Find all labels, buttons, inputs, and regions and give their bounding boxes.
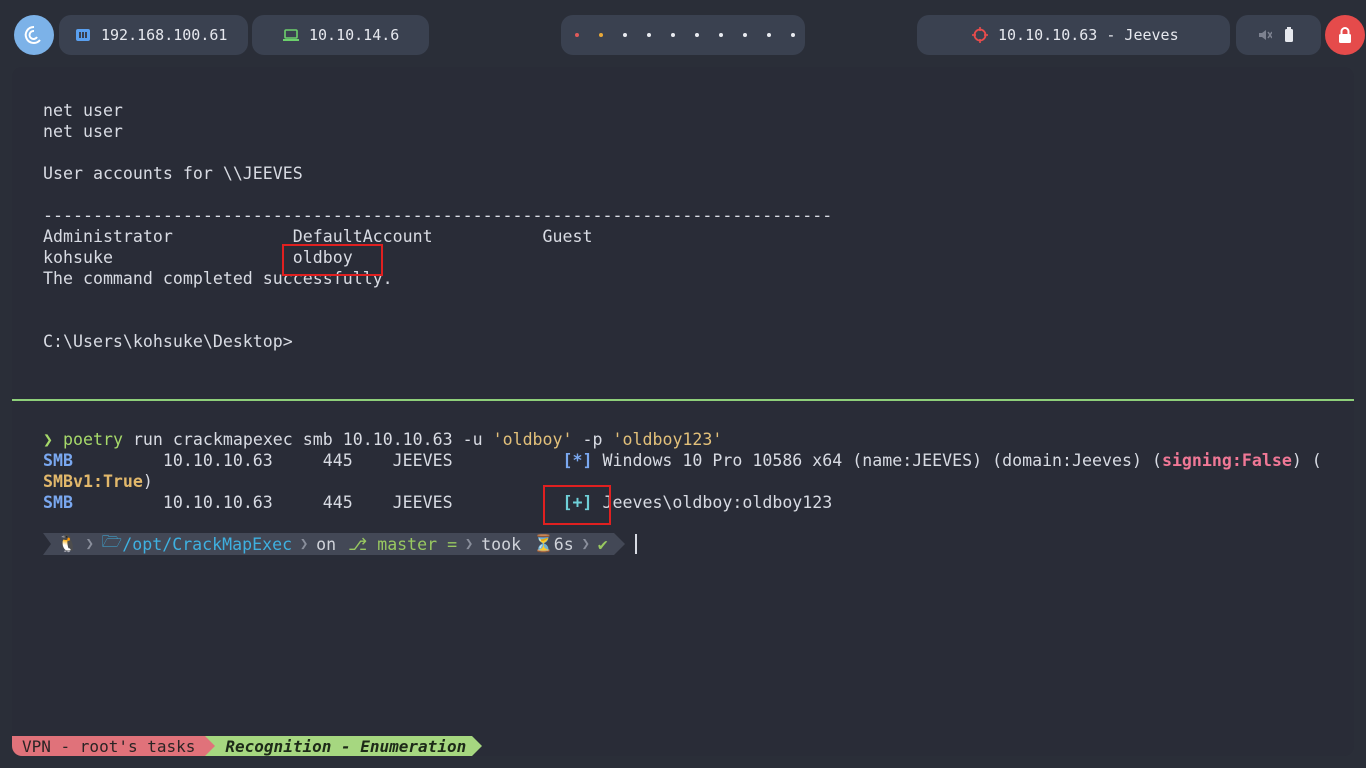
- prompt-end-cap: [613, 533, 625, 555]
- target-text: 10.10.10.63 - Jeeves: [998, 26, 1179, 44]
- prompt-separator: ❯: [463, 533, 476, 555]
- output-line: net user: [43, 101, 123, 120]
- workspace-5[interactable]: [671, 33, 675, 37]
- command-pass-flag: -p: [572, 430, 613, 449]
- command-line: ❯ poetry run crackmapexec smb 10.10.10.6…: [43, 429, 722, 450]
- workspace-8[interactable]: [743, 33, 747, 37]
- workspace-3[interactable]: [623, 33, 627, 37]
- git-branch-text: master =: [377, 534, 458, 554]
- output-line: net user: [43, 122, 123, 141]
- power-lock-button[interactable]: [1325, 15, 1365, 55]
- host-ip-widget[interactable]: 192.168.100.61: [59, 15, 248, 55]
- vpn-ip-text: 10.10.14.6: [309, 26, 400, 44]
- smb-info-tail: ) (: [1291, 451, 1322, 470]
- tux-icon: 🐧: [51, 533, 84, 555]
- debian-logo-icon[interactable]: [14, 15, 54, 55]
- signing-flag: signing:False: [1161, 451, 1292, 470]
- prompt-separator: ❯: [83, 533, 96, 555]
- command-name: poetry: [63, 430, 123, 449]
- prompt-start-cap: [43, 533, 51, 555]
- folder-icon: 🗁: [101, 532, 123, 551]
- workspace-1[interactable]: [575, 33, 579, 37]
- git-icon: ⎇: [348, 534, 378, 554]
- terminal-pane-top[interactable]: net user net user User accounts for \\JE…: [12, 67, 1354, 400]
- highlight-success-tag: [543, 485, 611, 525]
- target-crosshair-icon: [972, 27, 988, 43]
- smb-wrap-close: ): [142, 472, 153, 491]
- system-tray: [1236, 15, 1321, 55]
- status-separator: [472, 736, 483, 756]
- window-name[interactable]: Recognition - Enumeration: [215, 736, 473, 756]
- workspace-4[interactable]: [647, 33, 651, 37]
- output-line: ----------------------------------------…: [43, 206, 833, 225]
- prompt-separator: ❯: [298, 533, 311, 555]
- status-separator: [205, 736, 216, 756]
- volume-muted-icon[interactable]: [1258, 28, 1272, 42]
- duration: ⏳ 6s: [527, 533, 580, 555]
- lock-icon: [1339, 27, 1351, 43]
- host-ip-text: 192.168.100.61: [101, 26, 228, 44]
- workspace-2[interactable]: [599, 33, 603, 37]
- prompt-path: 🗁/opt/CrackMapExec: [95, 532, 299, 555]
- tmux-status-bar: VPN - root's tasks Recognition - Enumera…: [12, 736, 483, 756]
- command-args: run crackmapexec smb 10.10.10.63 -u: [122, 430, 493, 449]
- target-widget[interactable]: 10.10.10.63 - Jeeves: [917, 15, 1230, 55]
- prompt-took: took: [475, 533, 528, 555]
- smbv1-flag: SMBv1:True: [43, 472, 143, 491]
- workspace-10[interactable]: [791, 33, 795, 37]
- smb-proto: SMB: [43, 493, 73, 512]
- workspace-7[interactable]: [719, 33, 723, 37]
- output-line: User accounts for \\JEEVES: [43, 164, 303, 183]
- duration-text: 6s: [553, 534, 574, 554]
- text-cursor: [634, 534, 637, 554]
- laptop-icon: [283, 29, 299, 41]
- smb-host-info: 10.10.10.63 445 JEEVES: [72, 451, 563, 470]
- windows-prompt: C:\Users\kohsuke\Desktop>: [43, 332, 293, 351]
- pane-divider[interactable]: [12, 399, 1354, 401]
- session-name[interactable]: VPN - root's tasks: [12, 736, 206, 756]
- command-user-arg: 'oldboy': [492, 430, 573, 449]
- shell-prompt: 🐧 ❯ 🗁/opt/CrackMapExec ❯ on ⎇ master = ❯…: [43, 532, 637, 555]
- exit-status-check-icon: ✔: [591, 533, 614, 555]
- workspace-6[interactable]: [695, 33, 699, 37]
- git-branch: ⎇ master =: [342, 533, 464, 555]
- network-icon: [75, 28, 91, 42]
- smb-proto: SMB: [43, 451, 73, 470]
- prompt-separator: ❯: [579, 533, 592, 555]
- prompt-on: on: [310, 533, 343, 555]
- terminal-window[interactable]: net user net user User accounts for \\JE…: [12, 67, 1354, 756]
- hourglass-icon: ⏳: [533, 534, 554, 553]
- smb-auth-line: SMB 10.10.10.63 445 JEEVES [+] Jeeves\ol…: [43, 492, 832, 513]
- workspace-9[interactable]: [767, 33, 771, 37]
- command-pass-arg: 'oldboy123': [612, 430, 723, 449]
- smb-result-wrap: SMBv1:True): [43, 471, 153, 492]
- prompt-path-text: /opt/CrackMapExec: [122, 534, 293, 554]
- top-bar: 192.168.100.61 10.10.14.6 10.10.10.63 - …: [0, 0, 1366, 68]
- info-tag: [*]: [562, 451, 593, 470]
- workspaces: [561, 15, 805, 55]
- valid-credentials: Jeeves\oldboy:oldboy123: [592, 493, 833, 512]
- highlight-oldboy-user: [282, 244, 383, 276]
- smb-host-info: 10.10.10.63 445 JEEVES: [72, 493, 563, 512]
- smb-result-line: SMB 10.10.10.63 445 JEEVES [*] Windows 1…: [43, 450, 1322, 471]
- smb-os-info: Windows 10 Pro 10586 x64 (name:JEEVES) (…: [592, 451, 1162, 470]
- vpn-ip-widget[interactable]: 10.10.14.6: [252, 15, 429, 55]
- prompt-arrow: ❯: [43, 430, 53, 449]
- battery-icon[interactable]: [1284, 27, 1294, 43]
